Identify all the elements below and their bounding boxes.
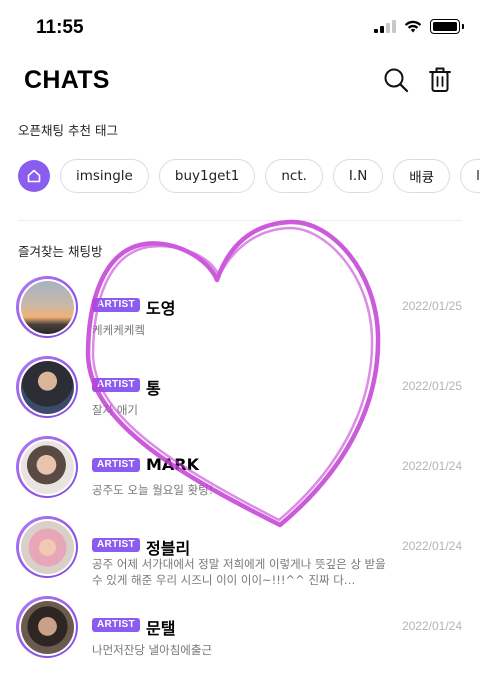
- chat-date: 2022/01/24: [401, 619, 462, 633]
- chat-name: 도영: [146, 299, 176, 318]
- avatar: [16, 596, 78, 658]
- chat-item[interactable]: ARTIST 문탤 2022/01/24 나먼저잔당 낼아침에출근: [0, 596, 480, 672]
- chat-item[interactable]: ARTIST 통 2022/01/25 잘자 애기: [0, 356, 480, 432]
- artist-badge: ARTIST: [92, 378, 140, 392]
- tag-chip[interactable]: buy1get1: [158, 159, 256, 193]
- wifi-icon: [404, 20, 422, 33]
- status-time: 11:55: [36, 17, 84, 38]
- header: CHATS: [0, 60, 480, 104]
- avatar: [16, 436, 78, 498]
- home-tag-button[interactable]: [18, 160, 50, 192]
- status-bar: 11:55: [0, 0, 480, 52]
- artist-badge: ARTIST: [92, 298, 140, 312]
- trash-icon: [429, 67, 451, 92]
- chat-name: 문탤: [146, 619, 176, 638]
- chat-date: 2022/01/24: [401, 459, 462, 473]
- chat-name: MARK: [146, 455, 200, 474]
- tag-chip[interactable]: 배큥: [393, 159, 451, 193]
- page-title: CHATS: [24, 66, 110, 94]
- artist-badge: ARTIST: [92, 458, 140, 472]
- chat-item[interactable]: ARTIST 도영 2022/01/25 케케케케켘: [0, 276, 480, 352]
- tag-chip[interactable]: I.N: [332, 159, 384, 193]
- artist-badge: ARTIST: [92, 618, 140, 632]
- delete-button[interactable]: [424, 64, 456, 96]
- search-button[interactable]: [380, 64, 412, 96]
- chat-preview: 케케케케켘: [92, 323, 145, 337]
- open-chat-section-label: 오픈채팅 추천 태그: [18, 123, 118, 138]
- chat-date: 2022/01/25: [401, 299, 462, 313]
- avatar: [16, 516, 78, 578]
- status-icons: [374, 19, 464, 34]
- cellular-signal-icon: [374, 20, 396, 33]
- tag-chip[interactable]: lonel: [460, 159, 480, 193]
- favorites-section-label: 즐겨찾는 채팅방: [18, 244, 103, 259]
- chat-date: 2022/01/24: [401, 539, 462, 553]
- chat-preview: 공주 어제 서가대에서 정말 저희에게 이렇게나 뜻깊은 상 받을 수 있게 해…: [92, 557, 386, 587]
- search-icon: [384, 68, 409, 93]
- section-divider: [18, 220, 462, 221]
- tag-list: imsingle buy1get1 nct. I.N 배큥 lonel: [18, 158, 480, 194]
- chat-preview: 잘자 애기: [92, 403, 138, 417]
- chat-name: 통: [146, 379, 161, 398]
- artist-badge: ARTIST: [92, 538, 140, 552]
- avatar: [16, 276, 78, 338]
- home-icon: [27, 169, 41, 183]
- chat-preview: 나먼저잔당 낼아침에출근: [92, 643, 213, 657]
- avatar: [16, 356, 78, 418]
- battery-icon: [430, 19, 464, 34]
- tag-chip[interactable]: imsingle: [60, 159, 149, 193]
- chat-item[interactable]: ARTIST MARK 2022/01/24 공주도 오늘 월요일 홧팅!: [0, 436, 480, 512]
- chat-date: 2022/01/25: [401, 379, 462, 393]
- tag-chip[interactable]: nct.: [265, 159, 323, 193]
- chat-item[interactable]: ARTIST 정블리 2022/01/24 공주 어제 서가대에서 정말 저희에…: [0, 516, 480, 592]
- chat-preview: 공주도 오늘 월요일 홧팅!: [92, 483, 214, 497]
